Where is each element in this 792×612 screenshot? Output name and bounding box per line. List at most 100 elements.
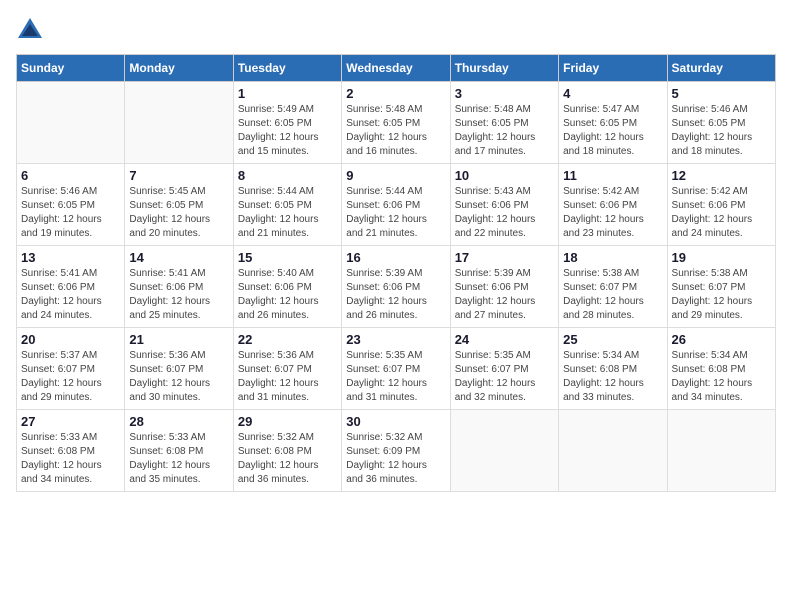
calendar-cell	[559, 410, 667, 492]
day-number: 10	[455, 168, 554, 183]
calendar-table: SundayMondayTuesdayWednesdayThursdayFrid…	[16, 54, 776, 492]
cell-content: Sunrise: 5:46 AM Sunset: 6:05 PM Dayligh…	[672, 103, 771, 159]
day-header-tuesday: Tuesday	[233, 55, 341, 82]
calendar-cell: 25 Sunrise: 5:34 AM Sunset: 6:08 PM Dayli…	[559, 328, 667, 410]
calendar-cell: 22 Sunrise: 5:36 AM Sunset: 6:07 PM Dayli…	[233, 328, 341, 410]
calendar-cell: 30 Sunrise: 5:32 AM Sunset: 6:09 PM Dayli…	[342, 410, 450, 492]
day-number: 11	[563, 168, 662, 183]
cell-content: Sunrise: 5:38 AM Sunset: 6:07 PM Dayligh…	[672, 267, 771, 323]
cell-content: Sunrise: 5:47 AM Sunset: 6:05 PM Dayligh…	[563, 103, 662, 159]
day-header-monday: Monday	[125, 55, 233, 82]
cell-content: Sunrise: 5:33 AM Sunset: 6:08 PM Dayligh…	[129, 431, 228, 487]
cell-content: Sunrise: 5:43 AM Sunset: 6:06 PM Dayligh…	[455, 185, 554, 241]
day-header-sunday: Sunday	[17, 55, 125, 82]
cell-content: Sunrise: 5:37 AM Sunset: 6:07 PM Dayligh…	[21, 349, 120, 405]
calendar-cell: 18 Sunrise: 5:38 AM Sunset: 6:07 PM Dayli…	[559, 246, 667, 328]
cell-content: Sunrise: 5:49 AM Sunset: 6:05 PM Dayligh…	[238, 103, 337, 159]
calendar-cell: 13 Sunrise: 5:41 AM Sunset: 6:06 PM Dayli…	[17, 246, 125, 328]
day-number: 25	[563, 332, 662, 347]
day-number: 9	[346, 168, 445, 183]
week-row-2: 6 Sunrise: 5:46 AM Sunset: 6:05 PM Daylig…	[17, 164, 776, 246]
day-number: 5	[672, 86, 771, 101]
day-number: 30	[346, 414, 445, 429]
calendar-cell: 24Sunrise: 5:35 AM Sunset: 6:07 PM Dayli…	[450, 328, 558, 410]
cell-content: Sunrise: 5:40 AM Sunset: 6:06 PM Dayligh…	[238, 267, 337, 323]
day-number: 20	[21, 332, 120, 347]
day-number: 7	[129, 168, 228, 183]
day-number: 28	[129, 414, 228, 429]
calendar-cell: 11 Sunrise: 5:42 AM Sunset: 6:06 PM Dayli…	[559, 164, 667, 246]
day-number: 19	[672, 250, 771, 265]
calendar-cell: 23Sunrise: 5:35 AM Sunset: 6:07 PM Dayli…	[342, 328, 450, 410]
week-row-3: 13 Sunrise: 5:41 AM Sunset: 6:06 PM Dayli…	[17, 246, 776, 328]
cell-content: Sunrise: 5:41 AM Sunset: 6:06 PM Dayligh…	[129, 267, 228, 323]
cell-content: Sunrise: 5:39 AM Sunset: 6:06 PM Dayligh…	[346, 267, 445, 323]
day-number: 12	[672, 168, 771, 183]
header	[16, 16, 776, 44]
day-number: 17	[455, 250, 554, 265]
calendar-cell: 17 Sunrise: 5:39 AM Sunset: 6:06 PM Dayli…	[450, 246, 558, 328]
calendar-cell: 1Sunrise: 5:49 AM Sunset: 6:05 PM Daylig…	[233, 82, 341, 164]
day-number: 29	[238, 414, 337, 429]
day-header-wednesday: Wednesday	[342, 55, 450, 82]
calendar-cell: 4 Sunrise: 5:47 AM Sunset: 6:05 PM Daylig…	[559, 82, 667, 164]
calendar-cell: 15 Sunrise: 5:40 AM Sunset: 6:06 PM Dayli…	[233, 246, 341, 328]
day-header-saturday: Saturday	[667, 55, 775, 82]
calendar-cell: 27 Sunrise: 5:33 AM Sunset: 6:08 PM Dayli…	[17, 410, 125, 492]
calendar-cell	[17, 82, 125, 164]
week-row-5: 27 Sunrise: 5:33 AM Sunset: 6:08 PM Dayli…	[17, 410, 776, 492]
week-row-4: 20 Sunrise: 5:37 AM Sunset: 6:07 PM Dayli…	[17, 328, 776, 410]
cell-content: Sunrise: 5:32 AM Sunset: 6:08 PM Dayligh…	[238, 431, 337, 487]
day-number: 2	[346, 86, 445, 101]
cell-content: Sunrise: 5:46 AM Sunset: 6:05 PM Dayligh…	[21, 185, 120, 241]
cell-content: Sunrise: 5:42 AM Sunset: 6:06 PM Dayligh…	[672, 185, 771, 241]
calendar-cell: 10 Sunrise: 5:43 AM Sunset: 6:06 PM Dayli…	[450, 164, 558, 246]
cell-content: Sunrise: 5:41 AM Sunset: 6:06 PM Dayligh…	[21, 267, 120, 323]
cell-content: Sunrise: 5:42 AM Sunset: 6:06 PM Dayligh…	[563, 185, 662, 241]
cell-content: Sunrise: 5:34 AM Sunset: 6:08 PM Dayligh…	[563, 349, 662, 405]
calendar-cell	[125, 82, 233, 164]
cell-content: Sunrise: 5:45 AM Sunset: 6:05 PM Dayligh…	[129, 185, 228, 241]
calendar-cell: 26 Sunrise: 5:34 AM Sunset: 6:08 PM Dayli…	[667, 328, 775, 410]
calendar-cell: 6 Sunrise: 5:46 AM Sunset: 6:05 PM Daylig…	[17, 164, 125, 246]
calendar-cell: 14 Sunrise: 5:41 AM Sunset: 6:06 PM Dayli…	[125, 246, 233, 328]
day-header-thursday: Thursday	[450, 55, 558, 82]
day-number: 13	[21, 250, 120, 265]
calendar-cell: 29 Sunrise: 5:32 AM Sunset: 6:08 PM Dayli…	[233, 410, 341, 492]
cell-content: Sunrise: 5:36 AM Sunset: 6:07 PM Dayligh…	[238, 349, 337, 405]
calendar-cell: 5 Sunrise: 5:46 AM Sunset: 6:05 PM Daylig…	[667, 82, 775, 164]
calendar-cell: 8Sunrise: 5:44 AM Sunset: 6:05 PM Daylig…	[233, 164, 341, 246]
day-number: 6	[21, 168, 120, 183]
cell-content: Sunrise: 5:36 AM Sunset: 6:07 PM Dayligh…	[129, 349, 228, 405]
day-number: 4	[563, 86, 662, 101]
calendar-cell: 20 Sunrise: 5:37 AM Sunset: 6:07 PM Dayli…	[17, 328, 125, 410]
day-number: 21	[129, 332, 228, 347]
cell-content: Sunrise: 5:33 AM Sunset: 6:08 PM Dayligh…	[21, 431, 120, 487]
cell-content: Sunrise: 5:39 AM Sunset: 6:06 PM Dayligh…	[455, 267, 554, 323]
day-number: 14	[129, 250, 228, 265]
calendar-cell: 16Sunrise: 5:39 AM Sunset: 6:06 PM Dayli…	[342, 246, 450, 328]
cell-content: Sunrise: 5:35 AM Sunset: 6:07 PM Dayligh…	[455, 349, 554, 405]
day-number: 22	[238, 332, 337, 347]
day-number: 8	[238, 168, 337, 183]
day-number: 23	[346, 332, 445, 347]
day-number: 3	[455, 86, 554, 101]
days-header-row: SundayMondayTuesdayWednesdayThursdayFrid…	[17, 55, 776, 82]
cell-content: Sunrise: 5:32 AM Sunset: 6:09 PM Dayligh…	[346, 431, 445, 487]
day-number: 26	[672, 332, 771, 347]
calendar-cell: 21 Sunrise: 5:36 AM Sunset: 6:07 PM Dayli…	[125, 328, 233, 410]
day-number: 18	[563, 250, 662, 265]
day-number: 15	[238, 250, 337, 265]
calendar-cell: 2Sunrise: 5:48 AM Sunset: 6:05 PM Daylig…	[342, 82, 450, 164]
calendar-cell: 3Sunrise: 5:48 AM Sunset: 6:05 PM Daylig…	[450, 82, 558, 164]
day-number: 27	[21, 414, 120, 429]
calendar-cell: 28 Sunrise: 5:33 AM Sunset: 6:08 PM Dayli…	[125, 410, 233, 492]
day-header-friday: Friday	[559, 55, 667, 82]
cell-content: Sunrise: 5:34 AM Sunset: 6:08 PM Dayligh…	[672, 349, 771, 405]
calendar-cell	[450, 410, 558, 492]
cell-content: Sunrise: 5:38 AM Sunset: 6:07 PM Dayligh…	[563, 267, 662, 323]
calendar-cell: 19 Sunrise: 5:38 AM Sunset: 6:07 PM Dayli…	[667, 246, 775, 328]
cell-content: Sunrise: 5:44 AM Sunset: 6:06 PM Dayligh…	[346, 185, 445, 241]
calendar-cell: 9 Sunrise: 5:44 AM Sunset: 6:06 PM Daylig…	[342, 164, 450, 246]
logo-icon	[16, 16, 44, 44]
